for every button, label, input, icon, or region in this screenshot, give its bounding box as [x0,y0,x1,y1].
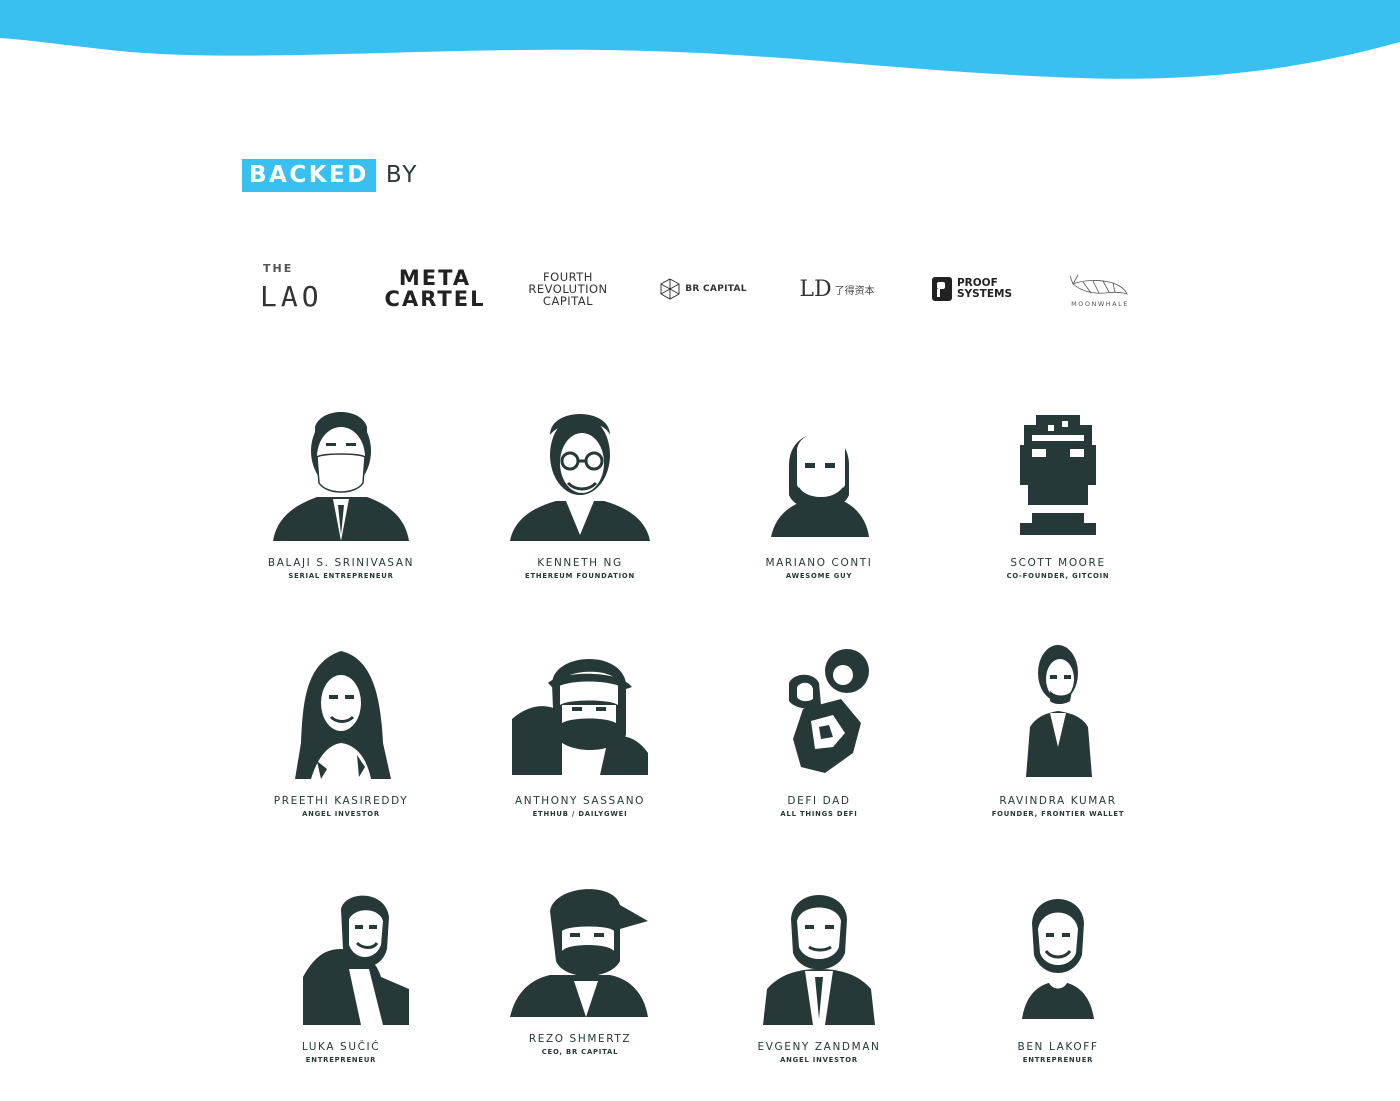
backer-role: ENTREPRENUER [1022,1056,1094,1064]
backer-name: LUKA SUČIĆ [301,1041,381,1053]
heading-rest: BY [385,162,419,188]
backer-card[interactable]: MARIANO CONTI AWESOME GUY [719,405,919,580]
top-wave-banner [0,0,1400,79]
backed-by-heading: BACKED BY [242,159,418,192]
backer-card[interactable]: REZO SHMERTZ CEO, BR CAPITAL [480,881,680,1056]
backer-portrait [771,432,869,537]
backer-portrait [1020,415,1096,535]
backer-portrait [512,658,648,775]
backer-card[interactable]: ANTHONY SASSANO ETHHUB / DAILYGWEI [480,643,680,818]
backer-role: ANGEL INVESTOR [780,1056,858,1064]
backer-name: EVGENY ZANDMAN [757,1041,881,1053]
backer-role: ETHHUB / DAILYGWEI [532,810,628,818]
proof-systems-p-icon [931,277,952,301]
whale-icon [1069,274,1128,295]
backer-name: PREETHI KASIREDDY [273,795,409,807]
backer-name: BALAJI S. SRINIVASAN [267,557,415,569]
logo-ld-capital[interactable]: LD 了得资本 [792,258,882,320]
logo-proof-line2: SYSTEMS [956,288,1013,300]
backer-name: REZO SHMERTZ [528,1033,632,1045]
backer-portrait [273,412,409,541]
backer-role: FOUNDER, FRONTIER WALLET [991,810,1125,818]
logo-moonwhale[interactable]: MOONWHALE [1055,258,1145,320]
backer-role: CO-FOUNDER, GITCOIN [1006,572,1110,580]
backer-name: ANTHONY SASSANO [514,795,646,807]
backer-portrait [1026,645,1092,777]
backer-portrait [510,889,648,1017]
backer-card[interactable]: RAVINDRA KUMAR FOUNDER, FRONTIER WALLET [958,643,1158,818]
logo-fourth-revolution-capital[interactable]: FOURTH REVOLUTION CAPITAL [523,258,613,320]
logo-the-lao[interactable]: THE LAO [255,258,345,320]
backer-card[interactable]: PREETHI KASIREDDY ANGEL INVESTOR [241,643,441,818]
backer-name: BEN LAKOFF [1017,1041,1099,1053]
backer-card[interactable]: DEFI DAD ALL THINGS DEFI [719,643,919,818]
logo-metacartel-line2: CARTEL [384,287,486,311]
backer-portrait [789,649,869,773]
logo-metacartel[interactable]: META CARTEL [385,258,484,320]
backer-card[interactable]: BALAJI S. SRINIVASAN SERIAL ENTREPRENEUR [241,405,441,580]
backer-card[interactable]: SCOTT MOORE CO-FOUNDER, GITCOIN [958,405,1158,580]
backer-portrait [763,895,875,1025]
logo-moonwhale-text: MOONWHALE [1071,300,1129,308]
logo-the-lao-main: LAO [260,280,323,313]
backer-role: AWESOME GUY [785,572,853,580]
backer-role: ENTREPRENEUR [305,1056,377,1064]
logo-br-capital[interactable]: BR CAPITAL [658,258,748,320]
backer-portrait [510,414,650,541]
backer-name: MARIANO CONTI [765,557,873,569]
logo-ld-cn: 了得资本 [834,285,875,297]
backer-name: KENNETH NG [537,557,623,569]
logo-the-lao-top: THE [263,262,294,275]
backer-card[interactable]: EVGENY ZANDMAN ANGEL INVESTOR [719,889,919,1064]
backer-name: RAVINDRA KUMAR [999,795,1117,807]
backer-portrait [303,895,409,1025]
br-capital-network-icon [660,278,680,300]
backer-role: SERIAL ENTREPRENEUR [288,572,394,580]
heading-highlight: BACKED [242,159,376,192]
backer-card[interactable]: BEN LAKOFF ENTREPRENUER [958,889,1158,1064]
backer-card[interactable]: KENNETH NG ETHEREUM FOUNDATION [480,405,680,580]
backer-role: ETHEREUM FOUNDATION [525,572,635,580]
logo-proof-systems-text: PROOF SYSTEMS [957,278,1012,300]
backer-name: SCOTT MOORE [1010,557,1106,569]
logo-ld-mark: LD [799,276,832,302]
backer-role: ALL THINGS DEFI [780,810,858,818]
backer-name: DEFI DAD [787,795,851,807]
backer-role: CEO, BR CAPITAL [541,1048,619,1056]
logo-metacartel-line1: META [398,266,472,290]
logo-frc-line3: CAPITAL [542,294,594,308]
backer-portrait [295,651,391,779]
backer-portrait [1022,899,1094,1019]
backer-card[interactable]: LUKA SUČIĆ ENTREPRENEUR [241,889,441,1064]
investor-logos: THE LAO META CARTEL FOURTH REVOLUTION CA… [255,258,1145,320]
logo-br-capital-text: BR CAPITAL [685,284,747,294]
backer-role: ANGEL INVESTOR [302,810,380,818]
logo-proof-systems[interactable]: PROOF SYSTEMS [927,258,1017,320]
